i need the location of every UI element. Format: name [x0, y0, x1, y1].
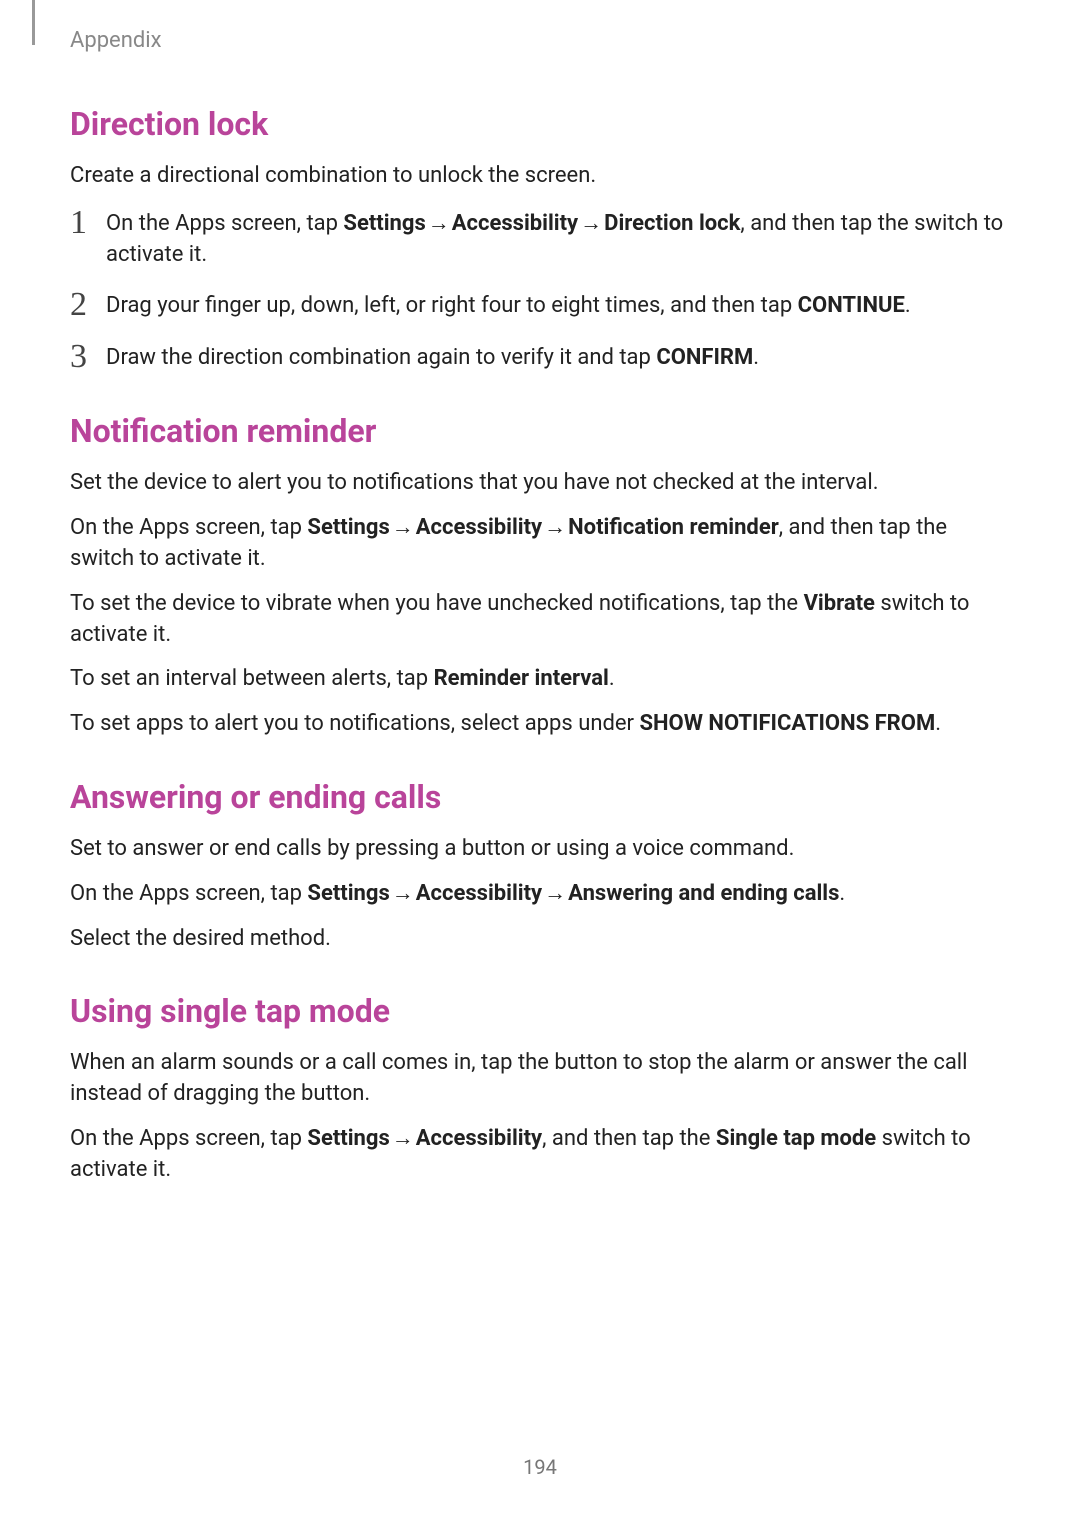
- singletap-p1: When an alarm sounds or a call comes in,…: [70, 1048, 1010, 1110]
- step-body: Drag your finger up, down, left, or righ…: [106, 288, 911, 322]
- step-3: 3 Draw the direction combination again t…: [70, 340, 1010, 374]
- heading-single-tap: Using single tap mode: [70, 992, 1010, 1030]
- step-1: 1 On the Apps screen, tap Settings→Acces…: [70, 206, 1010, 271]
- header-tab-marker: [32, 0, 35, 45]
- step-number: 2: [70, 288, 106, 322]
- step-2: 2 Drag your finger up, down, left, or ri…: [70, 288, 1010, 322]
- notification-p5: To set apps to alert you to notification…: [70, 709, 1010, 740]
- step-body: Draw the direction combination again to …: [106, 340, 759, 374]
- singletap-p2: On the Apps screen, tap Settings→Accessi…: [70, 1124, 1010, 1186]
- header-section-label: Appendix: [70, 28, 162, 53]
- notification-p2: On the Apps screen, tap Settings→Accessi…: [70, 513, 1010, 575]
- heading-direction-lock: Direction lock: [70, 105, 1010, 143]
- step-body: On the Apps screen, tap Settings→Accessi…: [106, 206, 1010, 271]
- answering-p3: Select the desired method.: [70, 924, 1010, 955]
- answering-p2: On the Apps screen, tap Settings→Accessi…: [70, 879, 1010, 910]
- direction-lock-intro: Create a directional combination to unlo…: [70, 161, 1010, 192]
- notification-p3: To set the device to vibrate when you ha…: [70, 589, 1010, 651]
- heading-notification-reminder: Notification reminder: [70, 412, 1010, 450]
- step-number: 3: [70, 340, 106, 374]
- page-number: 194: [0, 1455, 1080, 1479]
- notification-p4: To set an interval between alerts, tap R…: [70, 664, 1010, 695]
- notification-p1: Set the device to alert you to notificat…: [70, 468, 1010, 499]
- step-number: 1: [70, 206, 106, 240]
- answering-p1: Set to answer or end calls by pressing a…: [70, 834, 1010, 865]
- heading-answering-calls: Answering or ending calls: [70, 778, 1010, 816]
